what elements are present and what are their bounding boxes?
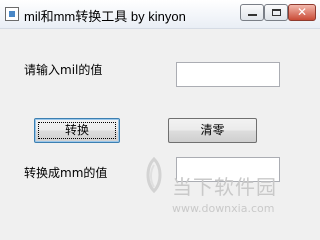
mil-input-label: 请输入mil的值 <box>24 63 103 77</box>
minimize-icon <box>248 14 257 16</box>
clear-button[interactable]: 清零 <box>168 118 257 143</box>
watermark-url: www.downxia.com <box>172 202 275 215</box>
title-bar[interactable]: mil和mm转换工具 by kinyon ✕ <box>0 0 320 29</box>
clear-button-label: 清零 <box>200 123 225 137</box>
window-title: mil和mm转换工具 by kinyon <box>24 9 186 24</box>
maximize-button[interactable] <box>264 4 288 21</box>
watermark-brand: 当下软件园 <box>172 175 277 199</box>
convert-button[interactable]: 转换 <box>34 118 120 143</box>
close-button[interactable]: ✕ <box>288 4 316 21</box>
minimize-button[interactable] <box>240 4 264 21</box>
watermark-logo-icon <box>146 157 162 193</box>
app-window: mil和mm转换工具 by kinyon ✕ 请输入mil的值 转换 清零 转换… <box>0 0 320 240</box>
close-icon: ✕ <box>296 5 308 19</box>
focus-ring <box>38 122 116 139</box>
mm-output-label: 转换成mm的值 <box>24 166 108 180</box>
mil-input[interactable] <box>176 62 280 87</box>
app-icon <box>5 7 19 21</box>
maximize-icon <box>272 9 281 16</box>
